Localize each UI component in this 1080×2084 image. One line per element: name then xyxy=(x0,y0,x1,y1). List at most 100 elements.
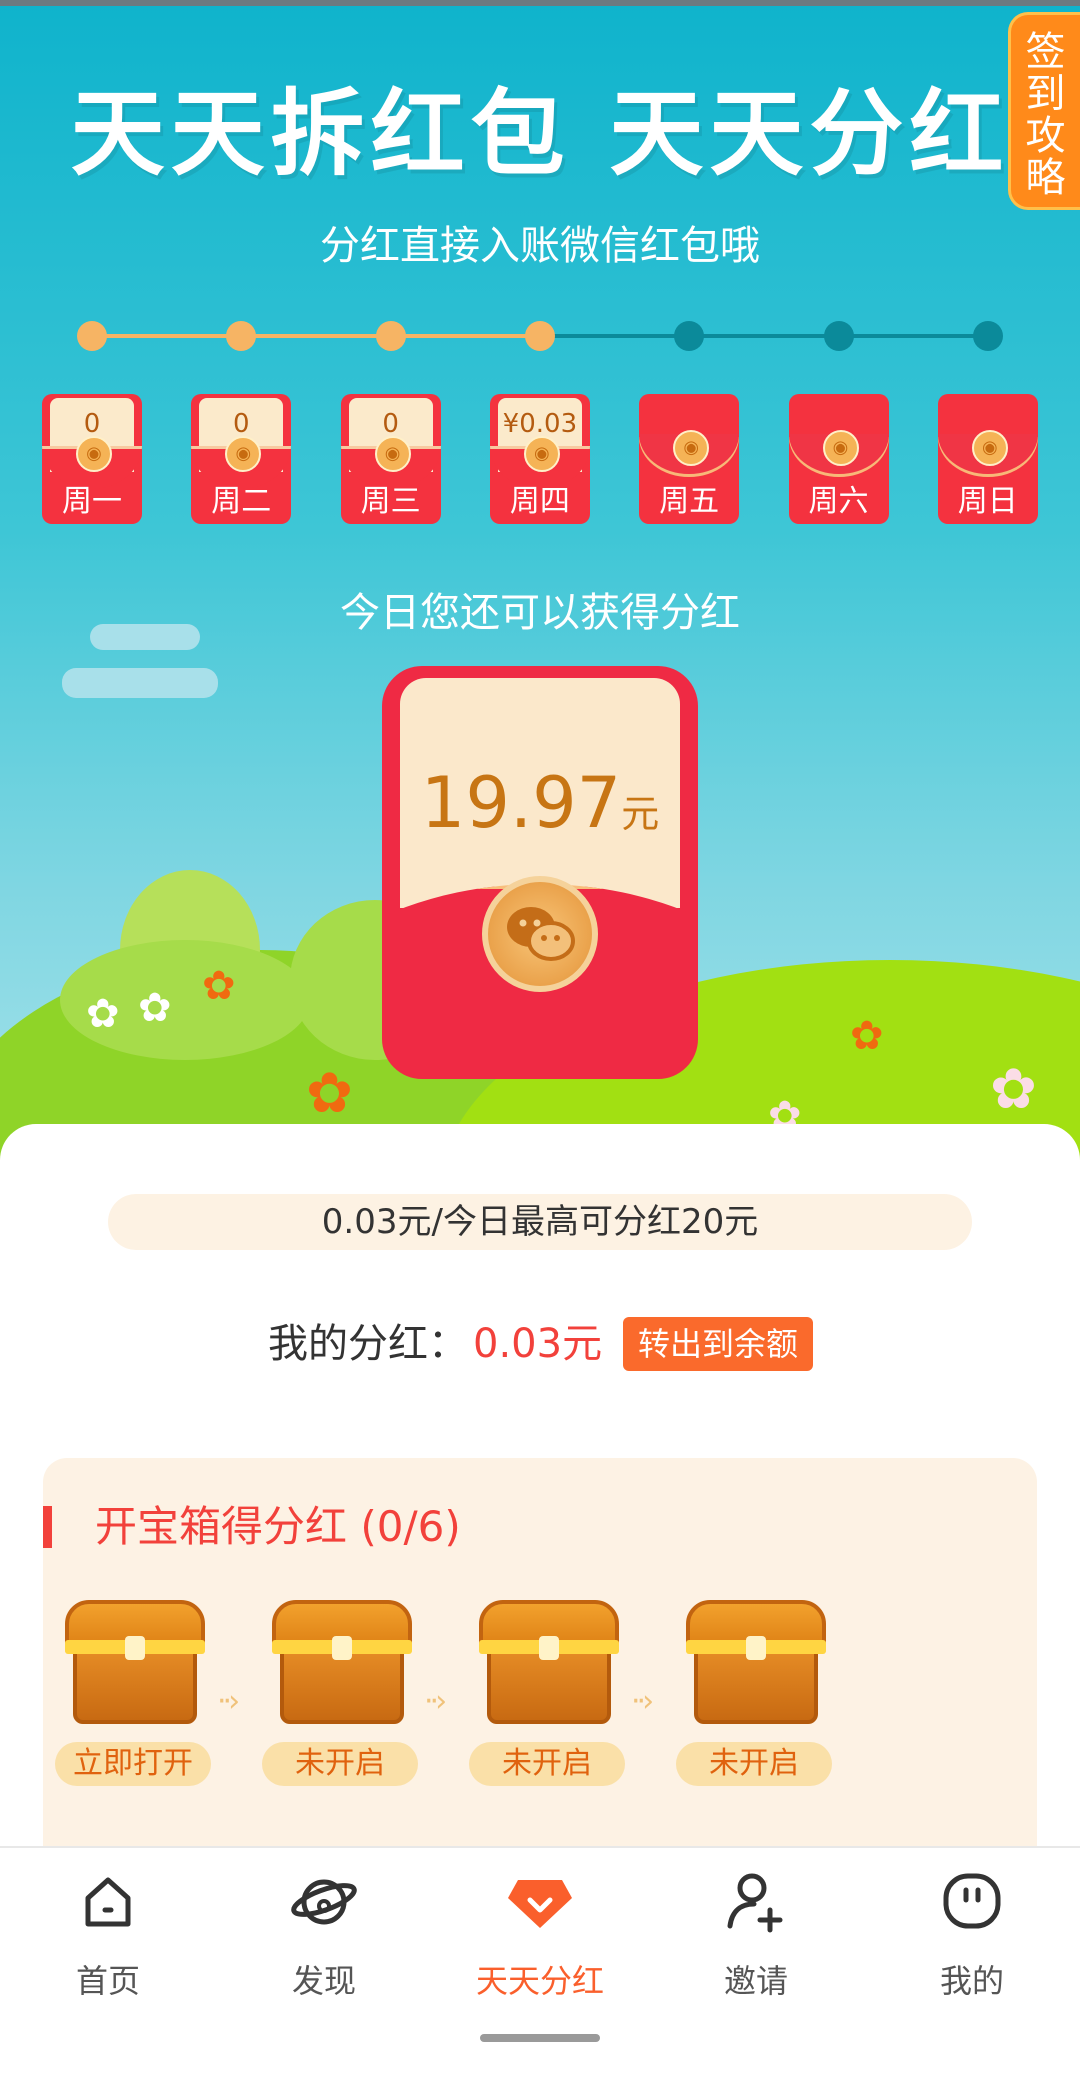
flower-decoration: ✿ xyxy=(86,991,120,1037)
day-value: 0 xyxy=(83,409,101,439)
my-bonus-label: 我的分红： xyxy=(268,1321,468,1367)
timeline-done-segment xyxy=(92,334,540,338)
day-envelope[interactable]: 0 ◉ 周一 xyxy=(42,394,142,524)
today-bonus-amount: 19.97元 xyxy=(400,762,680,844)
chevron-right-icon: ··› xyxy=(631,1684,654,1719)
day-label: 周一 xyxy=(62,484,122,519)
treasure-chest-list: 立即打开 ··› 未开启 ··› 未开启 ··› 未开启 xyxy=(43,1600,1007,1800)
day-value: 0 xyxy=(233,409,250,439)
flower-decoration: ✿ xyxy=(138,985,172,1031)
page-subtitle: 分红直接入账微信红包哦 xyxy=(320,223,760,269)
tab-home[interactable]: 首页 xyxy=(0,1870,216,2010)
lock-icon xyxy=(746,1636,766,1660)
flower-decoration: ✿ xyxy=(990,1057,1037,1122)
day-envelope[interactable]: ¥0.03 ◉ 周四 xyxy=(489,394,590,524)
day-envelope[interactable]: ◉ 周五 xyxy=(639,394,740,524)
my-bonus-row: 我的分红： 0.03元 转出到余额 xyxy=(0,1316,1080,1372)
cloud-decoration xyxy=(62,668,218,698)
day-value: 0 xyxy=(382,409,399,439)
day-label: 周六 xyxy=(808,484,869,519)
guide-char: 签 xyxy=(1025,29,1066,75)
timeline-dot-done xyxy=(525,321,555,351)
day-envelope[interactable]: 0 ◉ 周二 xyxy=(191,394,292,524)
profile-icon xyxy=(943,1873,1001,1929)
tab-profile[interactable]: 我的 xyxy=(864,1870,1080,2010)
day-label: 周三 xyxy=(360,484,421,519)
flower-decoration: ✿ xyxy=(850,1013,884,1059)
chest-base xyxy=(694,1650,818,1724)
wechat-coin-icon: ◉ xyxy=(971,430,1008,466)
chest-base xyxy=(73,1650,197,1724)
wechat-icon xyxy=(507,907,575,961)
treasure-chest[interactable]: 未开启 xyxy=(469,1600,629,1790)
timeline-dot-pending xyxy=(823,321,854,351)
chevron-right-icon: ··› xyxy=(217,1684,240,1719)
flower-decoration: ✿ xyxy=(306,1061,353,1126)
cloud-decoration xyxy=(90,624,200,650)
section-accent-bar xyxy=(43,1506,52,1548)
invite-icon xyxy=(727,1873,783,1933)
guide-char: 到 xyxy=(1025,71,1066,117)
chest-status-label: 未开启 xyxy=(676,1742,832,1786)
tab-discover[interactable]: 发现 xyxy=(216,1870,432,2010)
tab-daily-bonus[interactable]: 天天分红 xyxy=(432,1870,648,2010)
bonus-rate-pill: 0.03元/今日最高可分红20元 xyxy=(108,1194,972,1250)
tab-label: 邀请 xyxy=(723,1962,788,2000)
guide-char: 攻 xyxy=(1025,113,1066,159)
day-envelope[interactable]: ◉ 周日 xyxy=(937,394,1038,524)
lock-icon xyxy=(539,1636,559,1660)
lock-icon xyxy=(332,1636,352,1660)
tab-label: 我的 xyxy=(939,1962,1004,2000)
day-label: 周四 xyxy=(509,484,570,519)
tab-label: 天天分红 xyxy=(475,1962,604,2000)
timeline-dot-done xyxy=(77,321,107,351)
guide-char: 略 xyxy=(1025,155,1066,201)
bottom-tab-bar: 首页 发现 天天分红 邀请 我的 xyxy=(0,1846,1080,2084)
treasure-chest-title: 开宝箱得分红 (0/6) xyxy=(95,1502,461,1551)
status-strip xyxy=(0,0,1080,6)
amount-unit: 元 xyxy=(621,792,660,836)
wechat-coin-icon: ◉ xyxy=(523,436,560,472)
transfer-to-balance-button[interactable]: 转出到余额 xyxy=(623,1317,813,1371)
home-indicator[interactable] xyxy=(480,2034,600,2042)
timeline-dot-pending xyxy=(674,321,705,351)
chest-base xyxy=(280,1650,404,1724)
lock-icon xyxy=(125,1636,145,1660)
chevron-right-icon: ··› xyxy=(424,1684,447,1719)
sign-in-guide-button[interactable]: 签 到 攻 略 xyxy=(1008,12,1080,210)
treasure-chest[interactable]: 立即打开 xyxy=(55,1600,215,1790)
day-value: ¥0.03 xyxy=(502,409,578,439)
day-envelope[interactable]: ◉ 周六 xyxy=(788,394,889,524)
chest-base xyxy=(487,1650,611,1724)
day-label: 周日 xyxy=(957,484,1018,519)
wechat-coin-icon[interactable] xyxy=(482,876,598,992)
wechat-coin-icon: ◉ xyxy=(374,436,411,472)
week-progress-timeline xyxy=(77,321,1003,351)
day-envelope[interactable]: 0 ◉ 周三 xyxy=(340,394,441,524)
day-label: 周五 xyxy=(659,484,720,519)
bonus-icon xyxy=(508,1880,572,1928)
tab-label: 首页 xyxy=(75,1962,140,2000)
wechat-coin-icon: ◉ xyxy=(822,430,859,466)
timeline-dot-pending xyxy=(973,321,1003,351)
hero-banner: 天天拆红包 天天分红 分红直接入账微信红包哦 签 到 攻 略 0 ◉ 周一 0 ◉ 周二 0… xyxy=(0,0,1080,1180)
timeline-pending-segment xyxy=(540,334,988,338)
treasure-chest[interactable]: 未开启 xyxy=(676,1600,836,1790)
home-icon xyxy=(85,1877,131,1927)
discover-icon xyxy=(291,1879,357,1925)
chest-status-label[interactable]: 立即打开 xyxy=(55,1742,211,1786)
amount-number: 19.97 xyxy=(420,762,622,844)
tab-label: 发现 xyxy=(291,1962,356,2000)
wechat-coin-icon: ◉ xyxy=(673,430,710,466)
timeline-dot-done xyxy=(226,321,257,351)
page-title: 天天拆红包 天天分红 xyxy=(70,79,1010,189)
week-red-envelopes: 0 ◉ 周一 0 ◉ 周二 0 ◉ 周三 ¥0.03 ◉ 周四 ◉ 周五 ◉ 周六 ◉ 周日 xyxy=(0,394,1080,528)
flower-decoration: ✿ xyxy=(202,963,236,1009)
timeline-dot-done xyxy=(375,321,406,351)
my-bonus-value: 0.03元 xyxy=(473,1321,603,1367)
treasure-chest[interactable]: 未开启 xyxy=(262,1600,422,1790)
day-label: 周二 xyxy=(211,484,272,519)
chest-status-label: 未开启 xyxy=(469,1742,625,1786)
chest-status-label: 未开启 xyxy=(262,1742,418,1786)
tab-invite[interactable]: 邀请 xyxy=(648,1870,864,2010)
